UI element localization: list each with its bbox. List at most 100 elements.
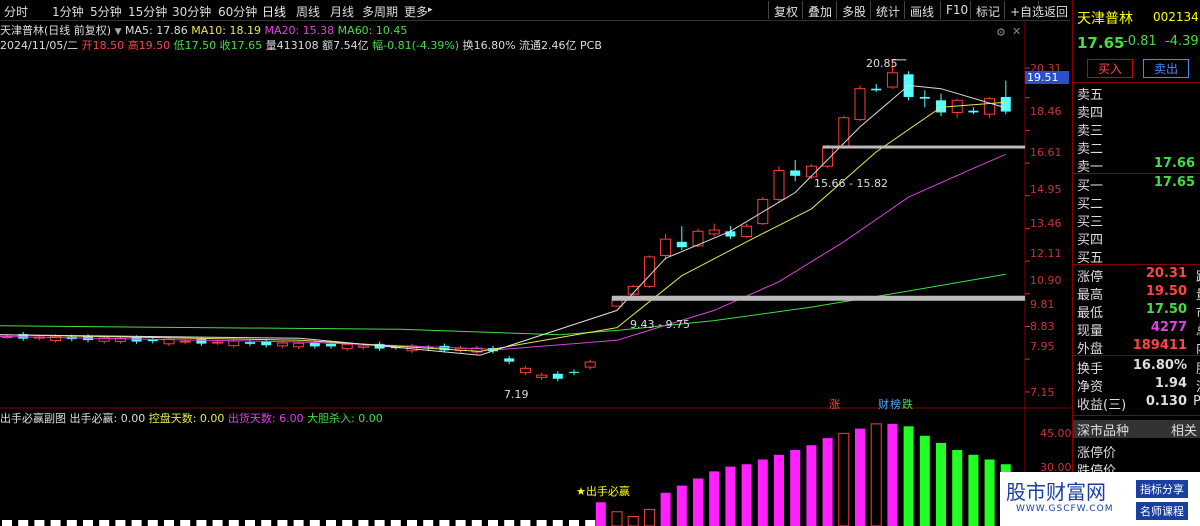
limit-up-tag: 涨 bbox=[829, 398, 840, 411]
tab-multi-period[interactable]: 多周期 bbox=[362, 3, 398, 20]
stat-value: 4277 bbox=[1150, 320, 1187, 335]
sub-bar bbox=[919, 435, 930, 526]
low-value: 低17.50 bbox=[173, 39, 217, 52]
support-band bbox=[612, 295, 1025, 301]
tab-15min[interactable]: 15分钟 bbox=[128, 3, 167, 20]
sub-indicator-line: 出手必赢副图 出手必赢: 0.00 控盘天数: 0.00 出货天数: 6.00 … bbox=[0, 410, 383, 426]
stat-ext: 股 bbox=[1196, 358, 1200, 377]
candle bbox=[228, 340, 240, 347]
sub-bar bbox=[212, 520, 223, 526]
sub-bar bbox=[936, 442, 946, 526]
buy-button[interactable]: 买入 bbox=[1087, 59, 1133, 78]
more-caret-icon: ▸ bbox=[428, 5, 433, 15]
watermark: 股市财富网 WWW.GSCFW.COM 指标分享 名师课程 bbox=[1000, 472, 1200, 526]
draw-line-button[interactable]: 画线 bbox=[904, 1, 939, 19]
back-button[interactable]: 返回 bbox=[1038, 1, 1073, 19]
mark-button[interactable]: 标记 bbox=[970, 1, 1005, 19]
sell-button[interactable]: 卖出 bbox=[1143, 59, 1189, 78]
sub-bar bbox=[390, 520, 401, 526]
stat-label: 净资 bbox=[1077, 380, 1104, 395]
tab-1min[interactable]: 1分钟 bbox=[52, 3, 84, 20]
ma5-line bbox=[0, 84, 1006, 356]
sub-bar bbox=[870, 423, 882, 526]
sub-bar bbox=[903, 426, 914, 526]
candle bbox=[245, 342, 255, 344]
sub-bar bbox=[488, 520, 498, 526]
sub-bar bbox=[83, 520, 93, 526]
sub-bar bbox=[968, 454, 979, 526]
tab-60min[interactable]: 60分钟 bbox=[218, 3, 257, 20]
watermark-badge-course: 名师课程 bbox=[1136, 502, 1188, 520]
candle bbox=[741, 225, 753, 238]
sub-bar bbox=[552, 520, 563, 526]
close-value: 收17.65 bbox=[219, 39, 263, 52]
stat-value: 19.50 bbox=[1145, 284, 1187, 299]
tab-monthly[interactable]: 月线 bbox=[330, 3, 354, 20]
tab-30min[interactable]: 30分钟 bbox=[172, 3, 211, 20]
sub-bar bbox=[643, 508, 655, 526]
candle bbox=[196, 338, 207, 344]
sub-bar bbox=[374, 520, 385, 526]
last-price: 17.65 bbox=[1077, 34, 1125, 52]
sub-bar bbox=[569, 520, 579, 526]
sub-bar bbox=[536, 520, 547, 526]
sub-bar bbox=[358, 520, 369, 526]
ma10-line bbox=[0, 101, 1006, 352]
restore-rights-button[interactable]: 复权 bbox=[768, 1, 803, 19]
bid-level: 买三 bbox=[1077, 215, 1104, 230]
sub-bar bbox=[822, 438, 833, 526]
sub-bar bbox=[471, 520, 482, 526]
watermark-badge-share: 指标分享 bbox=[1136, 480, 1188, 498]
candle bbox=[584, 361, 596, 368]
float-value: 流通2.46亿 bbox=[519, 39, 577, 52]
stat-value: 189411 bbox=[1132, 338, 1187, 353]
sub-bar bbox=[34, 520, 45, 526]
sub-bar bbox=[520, 520, 531, 526]
multi-stock-button[interactable]: 多股 bbox=[836, 1, 871, 19]
sub-bar bbox=[131, 520, 142, 526]
bid1-price: 17.65 bbox=[1153, 175, 1195, 190]
dropdown-icon[interactable]: ▼ bbox=[115, 27, 122, 37]
tab-daily[interactable]: 日线 bbox=[262, 3, 286, 20]
candle bbox=[708, 229, 720, 235]
sub-bar bbox=[757, 459, 768, 526]
ask-level: 卖五 bbox=[1077, 88, 1104, 103]
tab-weekly[interactable]: 周线 bbox=[296, 3, 320, 20]
sub-bar bbox=[66, 520, 77, 526]
stat-ext: 流 bbox=[1196, 376, 1200, 395]
statistics-button[interactable]: 统计 bbox=[870, 1, 905, 19]
stock-name: 天津普林 bbox=[1077, 11, 1133, 27]
sub-bar bbox=[774, 454, 784, 526]
close-icon[interactable]: ✕ bbox=[1012, 25, 1021, 38]
stat-value: 17.50 bbox=[1145, 302, 1187, 317]
candle bbox=[212, 341, 224, 344]
sub-bar bbox=[245, 520, 255, 526]
candle bbox=[854, 88, 866, 121]
tab-more[interactable]: 更多 bbox=[404, 3, 428, 20]
sub-bar bbox=[984, 459, 995, 526]
sub-bar bbox=[725, 466, 736, 526]
kline-chart[interactable] bbox=[0, 20, 1072, 526]
f10-button[interactable]: F10 bbox=[940, 1, 973, 19]
settings-icon[interactable]: ⚙ bbox=[996, 26, 1006, 39]
tab-intraday[interactable]: 分时 bbox=[4, 3, 28, 20]
sub-bar bbox=[2, 520, 12, 526]
limit-up-price-label: 涨停价 bbox=[1077, 446, 1117, 461]
sub-bar bbox=[277, 520, 288, 526]
section-title[interactable]: 深市品种 bbox=[1077, 420, 1129, 439]
candle bbox=[790, 170, 801, 176]
sub-bar bbox=[99, 520, 110, 526]
tab-5min[interactable]: 5分钟 bbox=[90, 3, 122, 20]
overlay-button[interactable]: 叠加 bbox=[802, 1, 837, 19]
axis-label: 10.90 bbox=[1030, 274, 1062, 287]
sub-value-4: 大胆杀入: 0.00 bbox=[307, 412, 383, 425]
candle bbox=[50, 335, 62, 342]
candle bbox=[293, 342, 305, 348]
axis-label: 13.46 bbox=[1030, 217, 1062, 230]
chart-title: 天津普林(日线 前复权) bbox=[0, 24, 112, 37]
stat-value: 0.130 bbox=[1145, 394, 1187, 409]
high-point-label: 20.85 bbox=[866, 57, 898, 70]
stat-label: 收益(三) bbox=[1077, 398, 1127, 413]
candle bbox=[871, 88, 882, 91]
section-related[interactable]: 相关 bbox=[1171, 420, 1197, 439]
